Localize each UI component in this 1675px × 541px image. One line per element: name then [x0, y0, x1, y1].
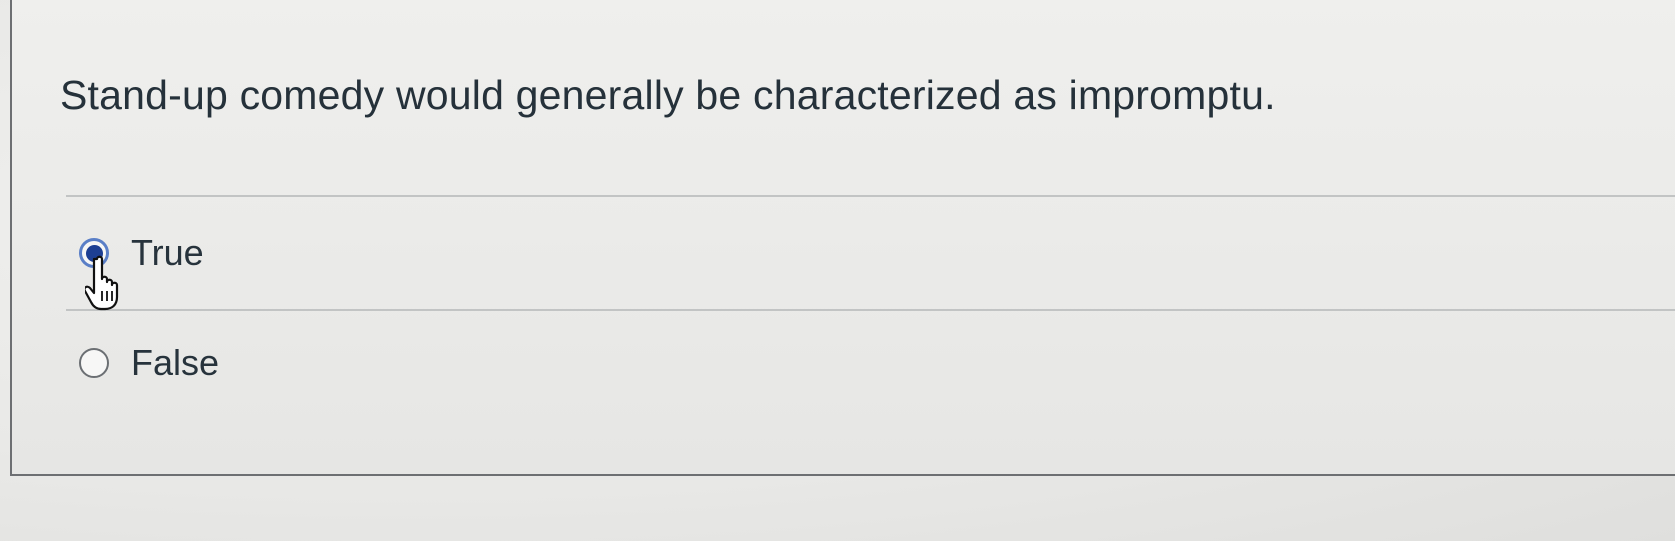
- answer-label-true: True: [131, 232, 204, 273]
- answer-false[interactable]: False: [79, 342, 219, 384]
- answers-top-divider: [66, 195, 1675, 197]
- radio-false[interactable]: [79, 348, 109, 378]
- answer-true[interactable]: True: [79, 232, 204, 274]
- question-card: Stand-up comedy would generally be chara…: [10, 0, 1675, 476]
- question-text: Stand-up comedy would generally be chara…: [60, 72, 1276, 118]
- answer-label-false: False: [131, 342, 220, 383]
- answers-divider: [66, 309, 1675, 311]
- radio-true[interactable]: [79, 238, 109, 268]
